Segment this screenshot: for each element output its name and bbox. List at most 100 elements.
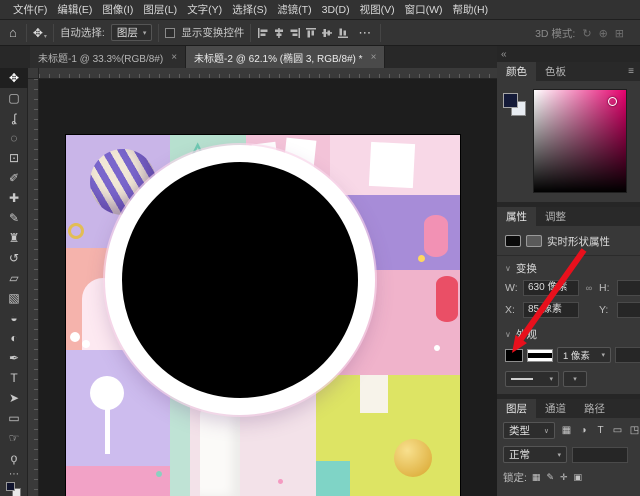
lasso-tool[interactable]: ʆ	[0, 108, 28, 128]
layers-panel-tab[interactable]: 路径	[575, 399, 614, 418]
layers-panel-tab[interactable]: 图层	[497, 399, 536, 418]
properties-panel-body: 实时形状属性 ∨ 变换 W: 630 像素 ∞ H: X: 85 像素	[497, 226, 640, 394]
healing-brush-tool[interactable]: ✚	[0, 188, 28, 208]
gold-ring-graphic	[68, 223, 84, 239]
hand-tool[interactable]: ☞	[0, 428, 28, 448]
home-icon[interactable]: ⌂	[6, 25, 20, 40]
menu-item-window[interactable]: 窗口(W)	[400, 0, 448, 20]
zoom-tool[interactable]: ϙ	[0, 448, 28, 468]
fill-color-swatch[interactable]	[505, 349, 523, 362]
chevron-down-icon[interactable]: ∨	[505, 330, 511, 339]
color-panel-tab[interactable]: 颜色	[497, 62, 536, 81]
color-picker-marker[interactable]	[608, 97, 617, 106]
brush-tool[interactable]: ✎	[0, 208, 28, 228]
color-gradient-field[interactable]	[533, 89, 627, 193]
stroke-color-swatch[interactable]	[527, 349, 553, 362]
lock-all-icon[interactable]: ▣	[574, 472, 583, 483]
foreground-color-swatch[interactable]	[6, 482, 15, 491]
stroke-align-dropdown[interactable]: ▾	[563, 371, 587, 387]
eraser-tool[interactable]: ▱	[0, 268, 28, 288]
edit-toolbar-icon[interactable]: ⋯	[0, 468, 28, 480]
clone-stamp-tool[interactable]: ♜	[0, 228, 28, 248]
align-center-horizontal-icon[interactable]	[273, 27, 285, 39]
show-transform-checkbox[interactable]	[165, 28, 175, 38]
close-icon[interactable]: ×	[371, 52, 377, 63]
type-tool-tool[interactable]: T	[0, 368, 28, 388]
chevron-down-icon[interactable]: ∨	[505, 264, 511, 273]
foreground-background-swatches[interactable]	[503, 93, 529, 119]
shape-properties-icon[interactable]	[505, 235, 521, 247]
gradient-tool[interactable]: ▧	[0, 288, 28, 308]
pink-floor-graphic	[66, 466, 170, 496]
align-left-icon[interactable]	[257, 27, 269, 39]
3d-rotate-icon[interactable]: ↻	[582, 27, 591, 40]
dodge-tool[interactable]: ◐	[0, 328, 28, 348]
menu-item-view[interactable]: 视图(V)	[355, 0, 400, 20]
shape-tool[interactable]: ▭	[0, 408, 28, 428]
lock-position-icon[interactable]: ✛	[560, 472, 568, 483]
document-tab[interactable]: 未标题-2 @ 62.1% (椭圆 3, RGB/8#) *×	[186, 46, 385, 68]
pen-tool[interactable]: ✒	[0, 348, 28, 368]
document-artwork[interactable]: △	[66, 135, 460, 496]
x-input[interactable]: 85 像素	[523, 302, 579, 318]
move-tool[interactable]: ✥	[0, 68, 28, 88]
menu-item-type[interactable]: 文字(Y)	[182, 0, 227, 20]
path-selection-tool[interactable]: ➤	[0, 388, 28, 408]
blend-mode-dropdown[interactable]: 正常 ▾	[503, 446, 567, 463]
lock-transparency-icon[interactable]: ▦	[532, 472, 541, 483]
filter-shape-icon[interactable]: ▭	[611, 425, 624, 436]
opacity-field[interactable]	[572, 447, 628, 463]
filter-pixel-icon[interactable]: ▦	[560, 425, 573, 436]
collapse-dock-icon[interactable]: «	[501, 49, 507, 60]
history-brush-tool[interactable]: ↺	[0, 248, 28, 268]
filter-adjustment-icon[interactable]: ◑	[577, 425, 590, 436]
foreground-background-toolbar-swatches[interactable]	[0, 480, 28, 496]
3d-scale-icon[interactable]: ⊞	[615, 27, 624, 40]
stroke-type-dropdown[interactable]: ▾	[505, 371, 559, 387]
menu-item-filter[interactable]: 滤镜(T)	[272, 0, 316, 20]
crop-tool[interactable]: ⊡	[0, 148, 28, 168]
foreground-color-swatch[interactable]	[503, 93, 518, 108]
width-input[interactable]: 630 像素	[523, 280, 579, 296]
layer-filter-type-dropdown[interactable]: 类型 ∨	[503, 422, 555, 439]
properties-panel-tab[interactable]: 调整	[536, 207, 575, 226]
link-dimensions-icon[interactable]: ∞	[582, 283, 596, 293]
blur-tool[interactable]: ◒	[0, 308, 28, 328]
menu-item-layer[interactable]: 图层(L)	[138, 0, 182, 20]
align-right-icon[interactable]	[289, 27, 301, 39]
eyedropper-tool[interactable]: ✐	[0, 168, 28, 188]
align-bottom-icon[interactable]	[337, 27, 349, 39]
marquee-tool[interactable]: ▢	[0, 88, 28, 108]
confetti-dot	[278, 479, 283, 484]
align-top-icon[interactable]	[305, 27, 317, 39]
mask-properties-icon[interactable]	[526, 235, 542, 247]
color-panel-tab[interactable]: 色板	[536, 62, 575, 81]
menu-item-select[interactable]: 选择(S)	[227, 0, 272, 20]
white-frame-graphic	[369, 142, 415, 188]
move-tool-preset[interactable]: ✥▾	[33, 26, 47, 40]
close-icon[interactable]: ×	[171, 52, 177, 63]
filter-type-icon[interactable]: T	[594, 425, 607, 436]
canvas-area[interactable]: △	[28, 68, 497, 496]
3d-roll-icon[interactable]: ⊕	[599, 27, 608, 40]
menu-item-3d[interactable]: 3D(D)	[317, 0, 355, 20]
document-tab[interactable]: 未标题-1 @ 33.3%(RGB/8#)×	[30, 46, 186, 68]
panel-menu-icon[interactable]: ≡	[628, 62, 640, 81]
appearance-section-label: 外观	[516, 327, 537, 342]
auto-select-dropdown[interactable]: 图层 ▾	[111, 24, 153, 41]
stroke-width-dropdown[interactable]: 1 像素 ▾	[557, 347, 611, 363]
height-input[interactable]	[617, 280, 640, 296]
align-center-vertical-icon[interactable]	[321, 27, 333, 39]
menu-item-image[interactable]: 图像(I)	[97, 0, 138, 20]
menu-item-edit[interactable]: 编辑(E)	[52, 0, 97, 20]
more-options-icon[interactable]: ⋯	[355, 25, 374, 41]
properties-panel-tab[interactable]: 属性	[497, 207, 536, 226]
quick-selection-tool[interactable]: ◌	[0, 128, 28, 148]
y-input[interactable]	[617, 302, 640, 318]
lock-pixels-icon[interactable]: ✎	[546, 472, 554, 483]
menu-item-help[interactable]: 帮助(H)	[448, 0, 494, 20]
filter-smart-object-icon[interactable]: ◳	[628, 425, 640, 436]
stroke-option-field[interactable]	[615, 347, 640, 363]
menu-item-file[interactable]: 文件(F)	[8, 0, 52, 20]
layers-panel-tab[interactable]: 通道	[536, 399, 575, 418]
